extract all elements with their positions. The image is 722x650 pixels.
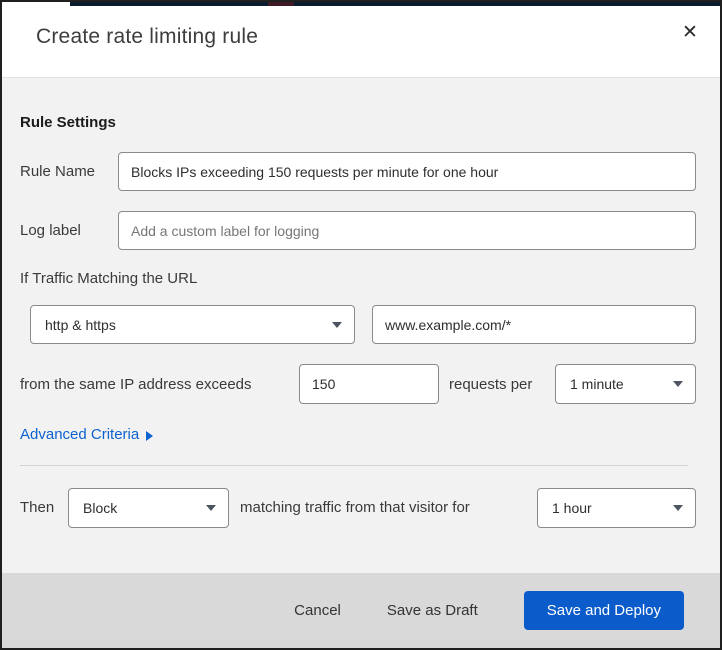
action-select-value: Block [83, 500, 118, 516]
save-as-draft-button[interactable]: Save as Draft [387, 602, 478, 619]
scheme-select-value: http & https [45, 316, 116, 333]
dialog-body: Rule Settings Rule Name Log label If Tra… [2, 78, 720, 573]
chevron-down-icon [332, 321, 342, 328]
rule-settings-heading: Rule Settings [20, 114, 116, 131]
create-rate-limiting-rule-dialog: Create rate limiting rule ✕ Rule Setting… [0, 0, 722, 650]
chevron-down-icon [673, 505, 683, 511]
advanced-criteria-link[interactable]: Advanced Criteria [20, 426, 154, 443]
dialog-title: Create rate limiting rule [36, 25, 259, 48]
rule-name-label: Rule Name [20, 163, 96, 180]
traffic-match-heading: If Traffic Matching the URL [20, 270, 198, 287]
action-select[interactable]: Block [68, 488, 229, 528]
scheme-select[interactable]: http & https [30, 305, 355, 344]
dialog-header: Create rate limiting rule ✕ [2, 2, 720, 77]
duration-select[interactable]: 1 hour [537, 488, 696, 528]
cancel-button[interactable]: Cancel [294, 602, 341, 619]
threshold-prefix-text: from the same IP address exceeds [20, 376, 252, 393]
triangle-right-icon [146, 430, 154, 441]
background-page-strip [70, 2, 720, 6]
close-button[interactable]: ✕ [674, 16, 706, 48]
duration-select-value: 1 hour [552, 500, 592, 516]
request-count-input[interactable] [299, 364, 439, 404]
chevron-down-icon [673, 381, 683, 387]
background-page-strip-accent [268, 2, 294, 6]
save-and-deploy-button[interactable]: Save and Deploy [523, 591, 684, 630]
period-select[interactable]: 1 minute [555, 364, 696, 404]
dialog-footer: Cancel Save as Draft Save and Deploy [2, 573, 720, 648]
requests-per-text: requests per [449, 376, 533, 393]
advanced-criteria-label: Advanced Criteria [20, 426, 140, 443]
matching-traffic-text: matching traffic from that visitor for [240, 499, 470, 516]
rule-name-input[interactable] [118, 152, 696, 191]
section-divider [20, 465, 688, 466]
close-icon: ✕ [682, 21, 698, 43]
log-label-label: Log label [20, 222, 81, 239]
period-select-value: 1 minute [570, 376, 624, 392]
log-label-input[interactable] [118, 211, 696, 250]
chevron-down-icon [206, 505, 216, 511]
url-pattern-input[interactable] [372, 305, 696, 344]
then-label: Then [20, 499, 55, 516]
